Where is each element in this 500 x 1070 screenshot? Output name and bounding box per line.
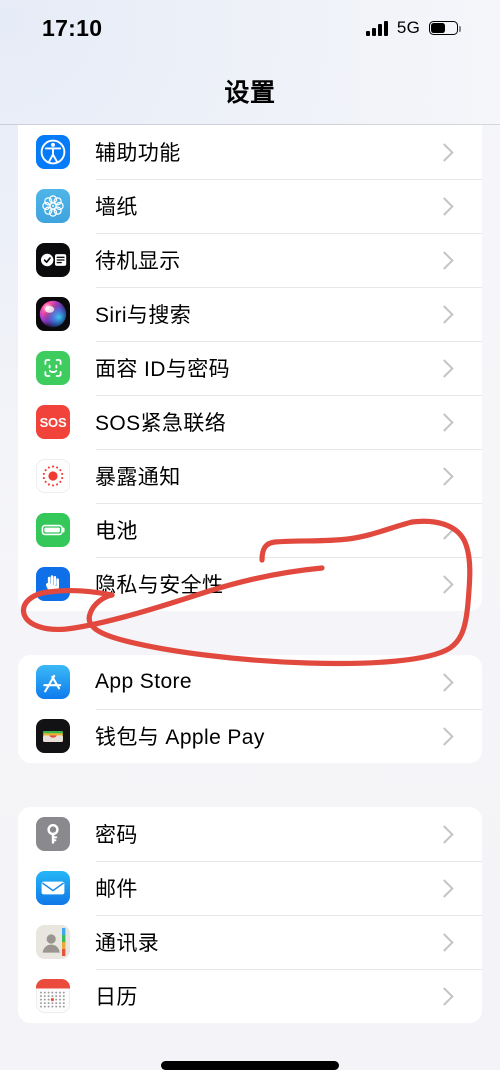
settings-row-label: 密码 [95, 824, 138, 847]
chevron-right-icon [435, 142, 454, 162]
settings-group-2: App Store 钱包与 Apple Pay [18, 655, 482, 763]
settings-row-label: 通讯录 [95, 932, 160, 955]
emergency-sos-icon: SOS [36, 405, 70, 439]
settings-row-label: 面容 ID与密码 [95, 358, 231, 381]
page-title: 设置 [224, 78, 276, 107]
settings-row[interactable]: 日历 [18, 969, 482, 1023]
settings-row-label: SOS紧急联络 [95, 412, 227, 435]
chevron-right-icon [435, 520, 454, 540]
settings-row-label: 电池 [95, 520, 138, 543]
battery-fill [431, 23, 446, 33]
network-type-label: 5G [396, 18, 420, 37]
settings-row-label: 隐私与安全性 [95, 574, 224, 597]
chevron-right-icon [435, 878, 454, 898]
status-bar-indicators: 5G [366, 18, 461, 38]
face-id-icon [36, 351, 70, 385]
contacts-icon [36, 925, 70, 959]
settings-row[interactable]: 墙纸 [18, 179, 482, 233]
settings-row-label: 待机显示 [95, 250, 181, 273]
siri-icon [36, 297, 70, 331]
settings-row-label: 墙纸 [95, 196, 138, 219]
settings-row-label: 钱包与 Apple Pay [95, 726, 265, 749]
chevron-right-icon [435, 672, 454, 692]
settings-row-label: App Store [95, 670, 192, 693]
settings-row[interactable]: 暴露通知 [18, 449, 482, 503]
settings-row[interactable]: 电池 [18, 503, 482, 557]
battery-icon [429, 20, 461, 36]
settings-row[interactable]: 通讯录 [18, 915, 482, 969]
chevron-right-icon [435, 304, 454, 324]
chevron-right-icon [435, 196, 454, 216]
battery-settings-icon [36, 513, 70, 547]
chevron-right-icon [435, 574, 454, 594]
calendar-icon [36, 979, 70, 1013]
chevron-right-icon [435, 358, 454, 378]
passwords-key-icon [36, 817, 70, 851]
settings-group-3: 密码 邮件 通讯录 日历 [18, 807, 482, 1023]
status-bar: 17:10 5G [0, 0, 500, 56]
chevron-right-icon [435, 824, 454, 844]
mail-icon [36, 871, 70, 905]
status-bar-time: 17:10 [42, 14, 103, 41]
standby-icon [36, 243, 70, 277]
navigation-bar: 设置 [0, 56, 500, 125]
settings-row-label: 邮件 [95, 878, 138, 901]
app-store-icon [36, 665, 70, 699]
privacy-hand-icon [36, 567, 70, 601]
chevron-right-icon [435, 986, 454, 1006]
settings-row[interactable]: Siri与搜索 [18, 287, 482, 341]
chevron-right-icon [435, 412, 454, 432]
chevron-right-icon [435, 932, 454, 952]
settings-row-label: 日历 [95, 986, 138, 1009]
settings-row-label: Siri与搜索 [95, 304, 192, 327]
wallet-icon [36, 719, 70, 753]
chevron-right-icon [435, 726, 454, 746]
settings-row[interactable]: 面容 ID与密码 [18, 341, 482, 395]
exposure-notifications-icon [36, 459, 70, 493]
settings-row[interactable]: 邮件 [18, 861, 482, 915]
signal-bars-icon [366, 20, 388, 36]
group-separator [0, 763, 500, 807]
settings-row[interactable]: 待机显示 [18, 233, 482, 287]
settings-group-1: 辅助功能 墙纸 待机显示 Siri与搜索 面容 ID与密码 SOS SOS紧急联… [18, 125, 482, 611]
home-indicator [161, 1061, 339, 1070]
wallpaper-icon [36, 189, 70, 223]
chevron-right-icon [435, 466, 454, 486]
settings-row[interactable]: 密码 [18, 807, 482, 861]
group-separator [0, 611, 500, 655]
settings-row[interactable]: 钱包与 Apple Pay [18, 709, 482, 763]
settings-row[interactable]: App Store [18, 655, 482, 709]
iphone-settings-screen: 17:10 5G 设置 辅助功能 墙纸 待机显示 Siri与搜索 面容 ID与密… [0, 0, 500, 1070]
settings-row-label: 辅助功能 [95, 142, 181, 165]
chevron-right-icon [435, 250, 454, 270]
settings-row[interactable]: 隐私与安全性 [18, 557, 482, 611]
settings-row[interactable]: 辅助功能 [18, 125, 482, 179]
settings-row-label: 暴露通知 [95, 466, 181, 489]
accessibility-icon [36, 135, 70, 169]
settings-list[interactable]: 辅助功能 墙纸 待机显示 Siri与搜索 面容 ID与密码 SOS SOS紧急联… [0, 125, 500, 1023]
settings-row[interactable]: SOS SOS紧急联络 [18, 395, 482, 449]
battery-nub [458, 26, 461, 32]
